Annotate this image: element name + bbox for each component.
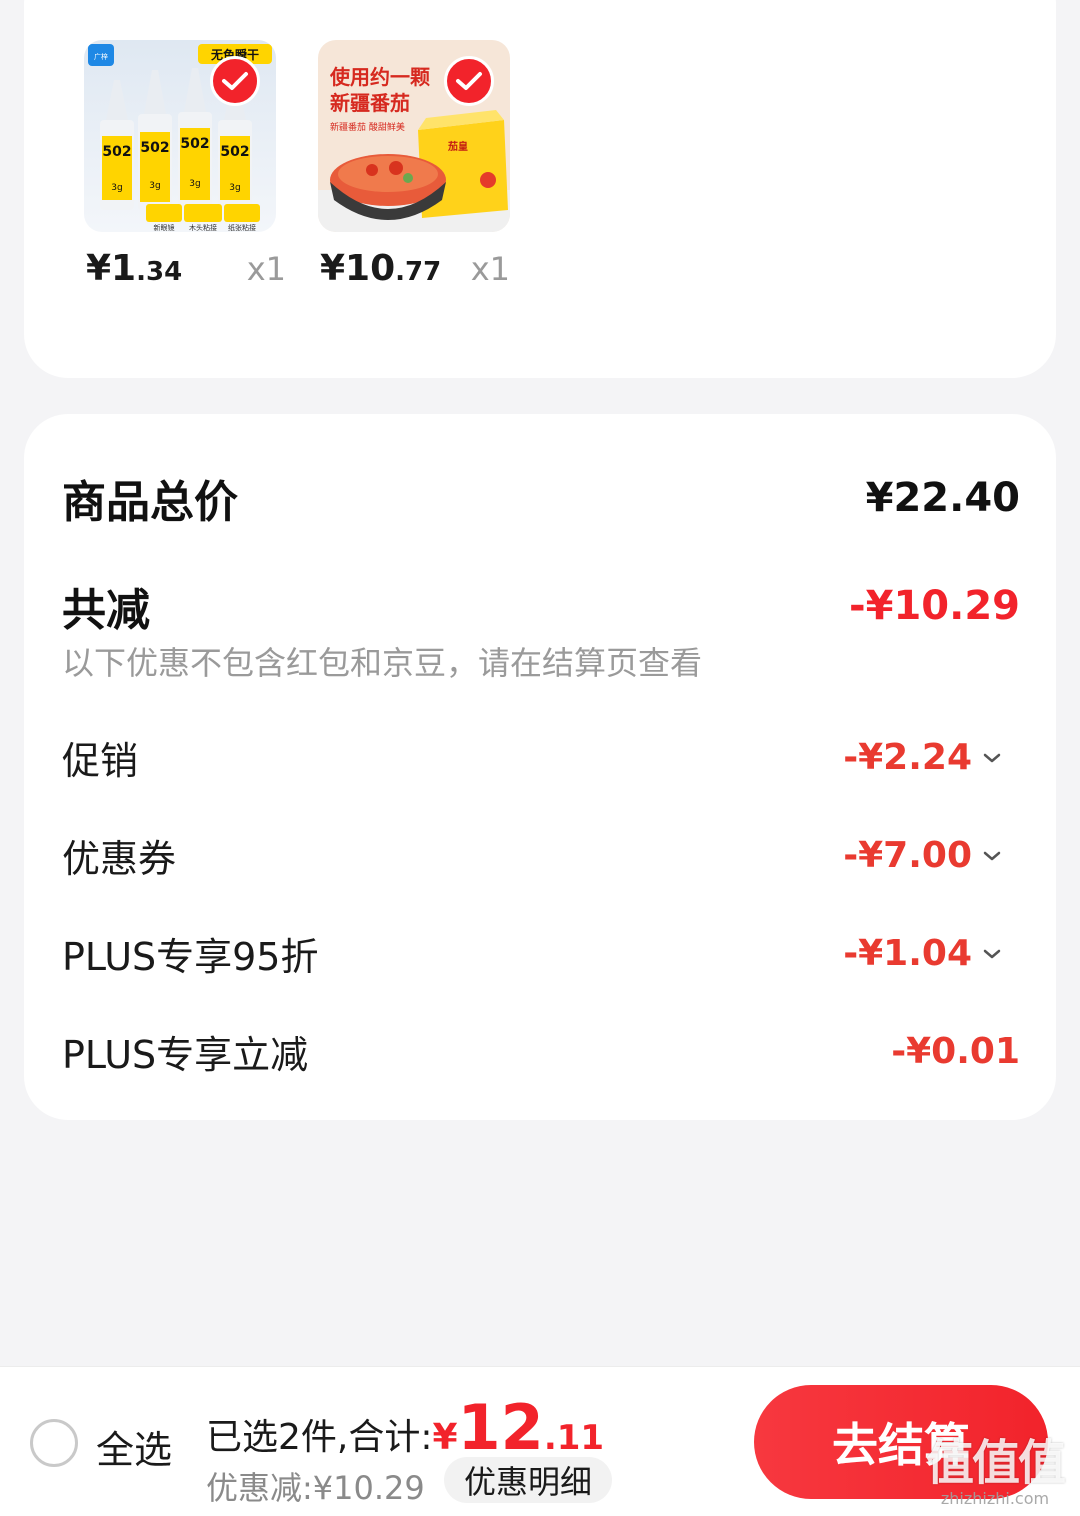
product-price: ¥10.77 — [320, 248, 442, 289]
product-image-glue[interactable]: 广梓 无色瞬干 502 3g 502 3g 502 3g 502 3g 新眼镜 … — [84, 40, 276, 232]
svg-text:使用约一颗: 使用约一颗 — [329, 65, 430, 89]
svg-text:3g: 3g — [229, 183, 240, 193]
cart-products-card: 广梓 无色瞬干 502 3g 502 3g 502 3g 502 3g 新眼镜 … — [24, 0, 1056, 378]
product-card-noodles[interactable]: 使用约一颗 新疆番茄 新疆番茄 酸甜鲜美 茄皇 — [318, 40, 510, 232]
total-amount-decimal: .11 — [543, 1418, 605, 1458]
total-price-label: 商品总价 — [62, 477, 238, 528]
select-all-radio[interactable] — [30, 1419, 78, 1467]
select-all-label[interactable]: 全选 — [96, 1419, 172, 1474]
svg-text:纸张粘接: 纸张粘接 — [228, 223, 256, 232]
total-discount-label: 共减 — [62, 585, 150, 636]
svg-text:新眼镜: 新眼镜 — [154, 223, 175, 232]
svg-text:502: 502 — [180, 136, 209, 152]
discount-summary-text: 优惠减:¥10.29 — [206, 1469, 425, 1507]
discount-row-coupon[interactable]: 优惠券 -¥7.00 — [62, 828, 1020, 883]
total-price-row: 商品总价 ¥22.40 — [62, 466, 1020, 530]
product-quantity: x1 — [246, 250, 286, 288]
svg-text:新疆番茄: 新疆番茄 — [330, 91, 410, 115]
svg-text:502: 502 — [140, 140, 169, 156]
discount-row-plus-instant: PLUS专享立减 -¥0.01 — [62, 1024, 1020, 1079]
discount-row-plus-95[interactable]: PLUS专享95折 -¥1.04 — [62, 926, 1020, 981]
site-watermark: 值值值 zhizhizhi.com — [920, 1423, 1070, 1508]
discount-value: -¥2.24 — [843, 737, 1008, 778]
discount-detail-button[interactable]: 优惠明细 — [444, 1457, 613, 1503]
svg-text:3g: 3g — [149, 181, 160, 191]
total-discount-value: -¥10.29 — [849, 583, 1020, 629]
svg-text:广梓: 广梓 — [94, 52, 108, 61]
discount-note: 以下优惠不包含红包和京豆，请在结算页查看 — [62, 644, 703, 682]
discount-label: 促销 — [62, 739, 139, 783]
discount-row-promotion[interactable]: 促销 -¥2.24 — [62, 730, 1020, 785]
svg-text:502: 502 — [102, 144, 131, 160]
discount-label: PLUS专享立减 — [62, 1033, 309, 1077]
total-amount-integer: 12 — [457, 1391, 544, 1464]
price-summary-card: 商品总价 ¥22.40 共减 -¥10.29 以下优惠不包含红包和京豆，请在结算… — [24, 414, 1056, 1120]
discount-value: -¥0.01 — [891, 1031, 1020, 1072]
chevron-down-icon[interactable] — [976, 948, 1008, 960]
product-price-row-noodles: ¥10.77 x1 — [320, 248, 510, 289]
product-image-noodles[interactable]: 使用约一颗 新疆番茄 新疆番茄 酸甜鲜美 茄皇 — [318, 40, 510, 232]
svg-text:新疆番茄 酸甜鲜美: 新疆番茄 酸甜鲜美 — [330, 121, 405, 133]
selected-total: 已选2件,合计: ¥ 12 .11 — [206, 1397, 604, 1460]
discount-label: PLUS专享95折 — [62, 935, 319, 979]
total-discount-row: 共减 -¥10.29 — [62, 574, 1020, 638]
selected-check-icon[interactable] — [444, 56, 494, 106]
discount-value: -¥1.04 — [843, 933, 1008, 974]
selected-count-label: 已选2件,合计: — [206, 1417, 433, 1458]
svg-text:502: 502 — [220, 144, 249, 160]
chevron-down-icon[interactable] — [976, 752, 1008, 764]
chevron-down-icon[interactable] — [976, 850, 1008, 862]
checkout-bar: 全选 已选2件,合计: ¥ 12 .11 优惠减:¥10.29 优惠明细 去结算… — [0, 1366, 1080, 1516]
svg-text:3g: 3g — [189, 179, 200, 189]
product-quantity: x1 — [470, 250, 510, 288]
svg-text:茄皇: 茄皇 — [447, 140, 468, 153]
total-currency: ¥ — [432, 1417, 458, 1458]
svg-text:木头粘接: 木头粘接 — [189, 223, 217, 232]
discount-value: -¥7.00 — [843, 835, 1008, 876]
selected-check-icon[interactable] — [210, 56, 260, 106]
watermark-logo: 值值值 — [925, 1435, 1066, 1491]
product-price-row-glue: ¥1.34 x1 — [86, 248, 286, 289]
watermark-url: zhizhizhi.com — [940, 1489, 1050, 1508]
discount-label: 优惠券 — [62, 837, 177, 881]
total-price-value: ¥22.40 — [865, 475, 1020, 521]
product-card-glue[interactable]: 广梓 无色瞬干 502 3g 502 3g 502 3g 502 3g 新眼镜 … — [84, 40, 276, 232]
product-price: ¥1.34 — [86, 248, 183, 289]
svg-text:3g: 3g — [111, 183, 122, 193]
